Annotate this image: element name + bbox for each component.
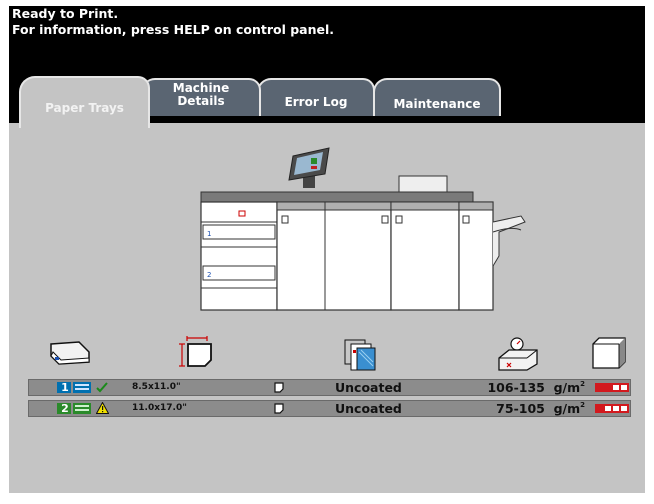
paper-size: 8.5x11.0" bbox=[132, 382, 181, 392]
control-panel-icon bbox=[288, 147, 330, 188]
paper-level-segment bbox=[621, 385, 627, 390]
paper-orientation-icon bbox=[274, 403, 284, 414]
table-row[interactable]: 2 11.0x17.0" Uncoated 75-105 g/m2 bbox=[28, 400, 631, 417]
status-message: Ready to Print. bbox=[12, 6, 119, 21]
table-row[interactable]: 1 8.5x11.0" Uncoated 106-135 g/m2 bbox=[28, 379, 631, 396]
status-help-message: For information, press HELP on control p… bbox=[12, 22, 335, 37]
paper-weight-icon bbox=[498, 337, 538, 371]
paper-level-segment bbox=[605, 385, 611, 390]
tab-paper-trays-label: Paper Trays bbox=[45, 101, 124, 115]
tray-small-icon bbox=[73, 403, 91, 414]
tab-maintenance[interactable]: Maintenance bbox=[373, 78, 501, 116]
svg-text:1: 1 bbox=[207, 230, 211, 238]
tray-number: 1 bbox=[61, 381, 69, 394]
paper-size-icon bbox=[179, 336, 212, 367]
paper-level-segment bbox=[605, 406, 611, 411]
tab-error-log[interactable]: Error Log bbox=[257, 78, 375, 116]
check-icon bbox=[96, 382, 108, 393]
paper-size: 11.0x17.0" bbox=[132, 403, 187, 413]
paper-weight: 75-105 g/m2 bbox=[496, 401, 585, 416]
tray-small-icon bbox=[73, 382, 91, 393]
paper-orientation-icon bbox=[274, 382, 284, 393]
paper-type: Uncoated bbox=[335, 380, 402, 395]
paper-type-icon bbox=[344, 339, 376, 371]
printer-panel: Ready to Print. For information, press H… bbox=[9, 6, 645, 493]
paper-type: Uncoated bbox=[335, 401, 402, 416]
paper-level-segment bbox=[597, 406, 603, 411]
paper-level-segment bbox=[597, 385, 603, 390]
tray-icon bbox=[50, 341, 90, 365]
paper-level-icon bbox=[592, 337, 626, 369]
tab-paper-trays[interactable]: Paper Trays bbox=[19, 76, 150, 128]
warning-icon bbox=[96, 402, 109, 414]
tab-error-log-label: Error Log bbox=[284, 95, 348, 109]
tab-machine-details-label: Machine Details bbox=[172, 81, 230, 108]
tab-machine-details[interactable]: Machine Details bbox=[141, 78, 261, 116]
tray-number: 2 bbox=[61, 402, 69, 415]
paper-level-gauge bbox=[595, 383, 629, 392]
paper-level-segment bbox=[613, 385, 619, 390]
printer-machine-illustration[interactable]: 1 2 bbox=[169, 136, 529, 316]
paper-level-segment bbox=[621, 406, 627, 411]
tab-maintenance-label: Maintenance bbox=[393, 97, 481, 111]
paper-level-segment bbox=[613, 406, 619, 411]
paper-weight: 106-135 g/m2 bbox=[487, 380, 585, 395]
paper-level-gauge bbox=[595, 404, 629, 413]
svg-text:2: 2 bbox=[207, 271, 211, 279]
